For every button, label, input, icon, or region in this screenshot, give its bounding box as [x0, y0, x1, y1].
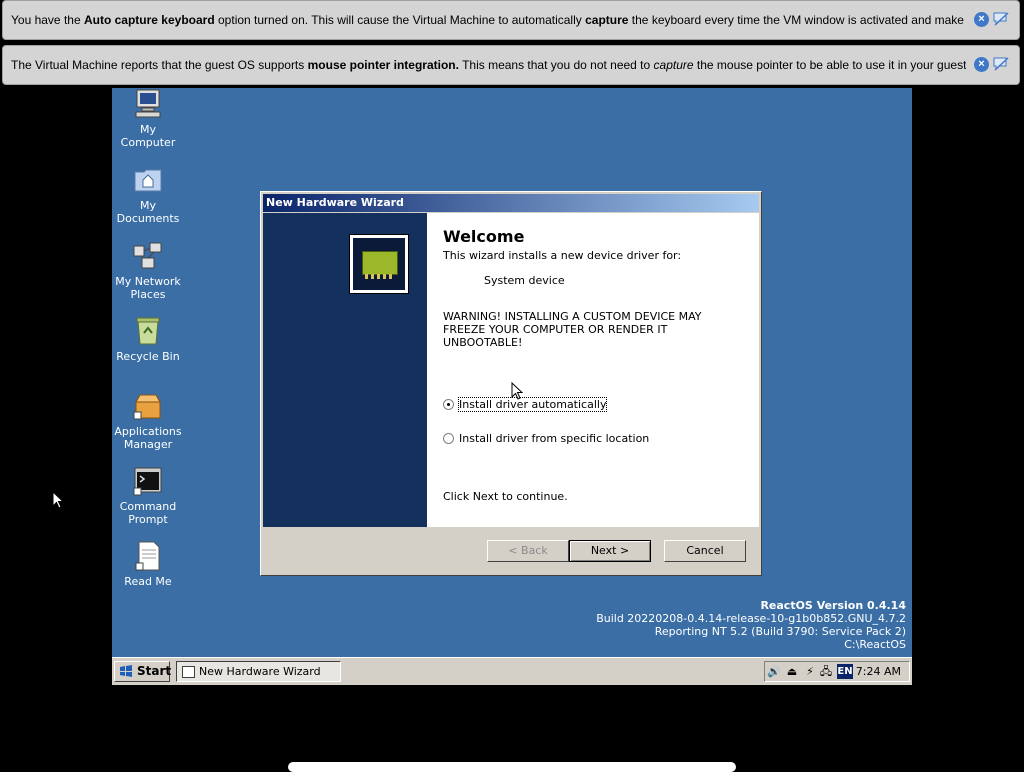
- desktop-icon-applications-manager[interactable]: Applications Manager: [112, 390, 186, 451]
- device-name: System device: [484, 274, 565, 287]
- start-button[interactable]: Start: [114, 661, 171, 682]
- document-icon: [135, 541, 160, 571]
- window-icon: [182, 666, 195, 678]
- nt-version: Reporting NT 5.2 (Build 3790: Service Pa…: [654, 625, 906, 638]
- radio-install-specific-location[interactable]: Install driver from specific location: [443, 432, 649, 445]
- notification-message: You have the Auto capture keyboard optio…: [11, 13, 966, 27]
- system-path: C:\ReactOS: [844, 638, 906, 651]
- auto-capture-keyboard-notification: You have the Auto capture keyboard optio…: [2, 0, 1020, 40]
- system-tray: 🔊 ⏏ ⚡ 🖧 EN 7:24 AM: [764, 661, 910, 682]
- power-icon[interactable]: ⚡: [803, 665, 817, 679]
- desktop-icon-recycle-bin[interactable]: Recycle Bin: [112, 315, 186, 363]
- radio-label[interactable]: Install driver automatically: [457, 397, 608, 412]
- package-icon: [133, 394, 161, 420]
- do-not-show-again-icon[interactable]: [993, 12, 1009, 27]
- close-icon[interactable]: ×: [974, 12, 989, 27]
- build-string: Build 20220208-0.4.14-release-10-g1b0b85…: [596, 612, 906, 625]
- warning-text: WARNING! INSTALLING A CUSTOM DEVICE MAY …: [443, 310, 702, 349]
- reactos-logo-icon: [120, 665, 132, 677]
- desktop-icon-my-documents[interactable]: My Documents: [112, 164, 186, 225]
- wizard-heading: Welcome: [443, 227, 525, 246]
- dialog-title-bar[interactable]: New Hardware Wizard: [263, 194, 759, 212]
- hardware-chip-icon: [349, 234, 409, 294]
- wizard-content: Welcome This wizard installs a new devic…: [427, 213, 759, 527]
- network-disconnected-icon[interactable]: 🖧: [819, 665, 833, 679]
- wizard-sidebar: [263, 213, 427, 527]
- cancel-button[interactable]: Cancel: [664, 540, 746, 562]
- network-icon: [133, 242, 162, 269]
- host-mouse-cursor-icon: [52, 491, 64, 509]
- safely-remove-hardware-icon[interactable]: ⏏: [785, 665, 799, 679]
- radio-unselected-icon[interactable]: [443, 433, 454, 444]
- recycle-bin-icon: [136, 317, 160, 345]
- documents-folder-icon: [134, 169, 162, 192]
- mouse-cursor-icon: [511, 382, 523, 400]
- wizard-subtitle: This wizard installs a new device driver…: [443, 249, 682, 262]
- mouse-integration-notification: The Virtual Machine reports that the gue…: [2, 45, 1020, 85]
- computer-icon: [135, 89, 161, 118]
- desktop-icon-my-computer[interactable]: My Computer: [112, 88, 186, 149]
- desktop-icon-my-network-places[interactable]: My Network Places: [112, 240, 186, 301]
- clock[interactable]: 7:24 AM: [856, 665, 901, 678]
- do-not-show-again-icon[interactable]: [993, 57, 1009, 72]
- language-indicator[interactable]: EN: [837, 664, 853, 679]
- notification-message: The Virtual Machine reports that the gue…: [11, 58, 966, 72]
- volume-icon[interactable]: 🔊: [767, 665, 781, 679]
- desktop-icon-read-me[interactable]: Read Me: [112, 540, 186, 588]
- taskbar: Start New Hardware Wizard 🔊 ⏏ ⚡ 🖧 EN 7:2…: [112, 657, 912, 685]
- reactos-version: ReactOS Version 0.4.14: [760, 599, 906, 612]
- taskbar-item-new-hardware-wizard[interactable]: New Hardware Wizard: [176, 661, 341, 682]
- radio-label[interactable]: Install driver from specific location: [459, 432, 649, 445]
- continue-hint: Click Next to continue.: [443, 490, 568, 503]
- radio-selected-icon[interactable]: [443, 399, 454, 410]
- close-icon[interactable]: ×: [974, 57, 989, 72]
- back-button[interactable]: < Back: [487, 540, 569, 562]
- host-bottom-bar: [288, 762, 736, 772]
- next-button[interactable]: Next >: [569, 540, 651, 562]
- radio-install-automatically[interactable]: Install driver automatically: [443, 397, 608, 412]
- terminal-icon: [133, 467, 162, 496]
- desktop-icon-command-prompt[interactable]: Command Prompt: [112, 465, 186, 526]
